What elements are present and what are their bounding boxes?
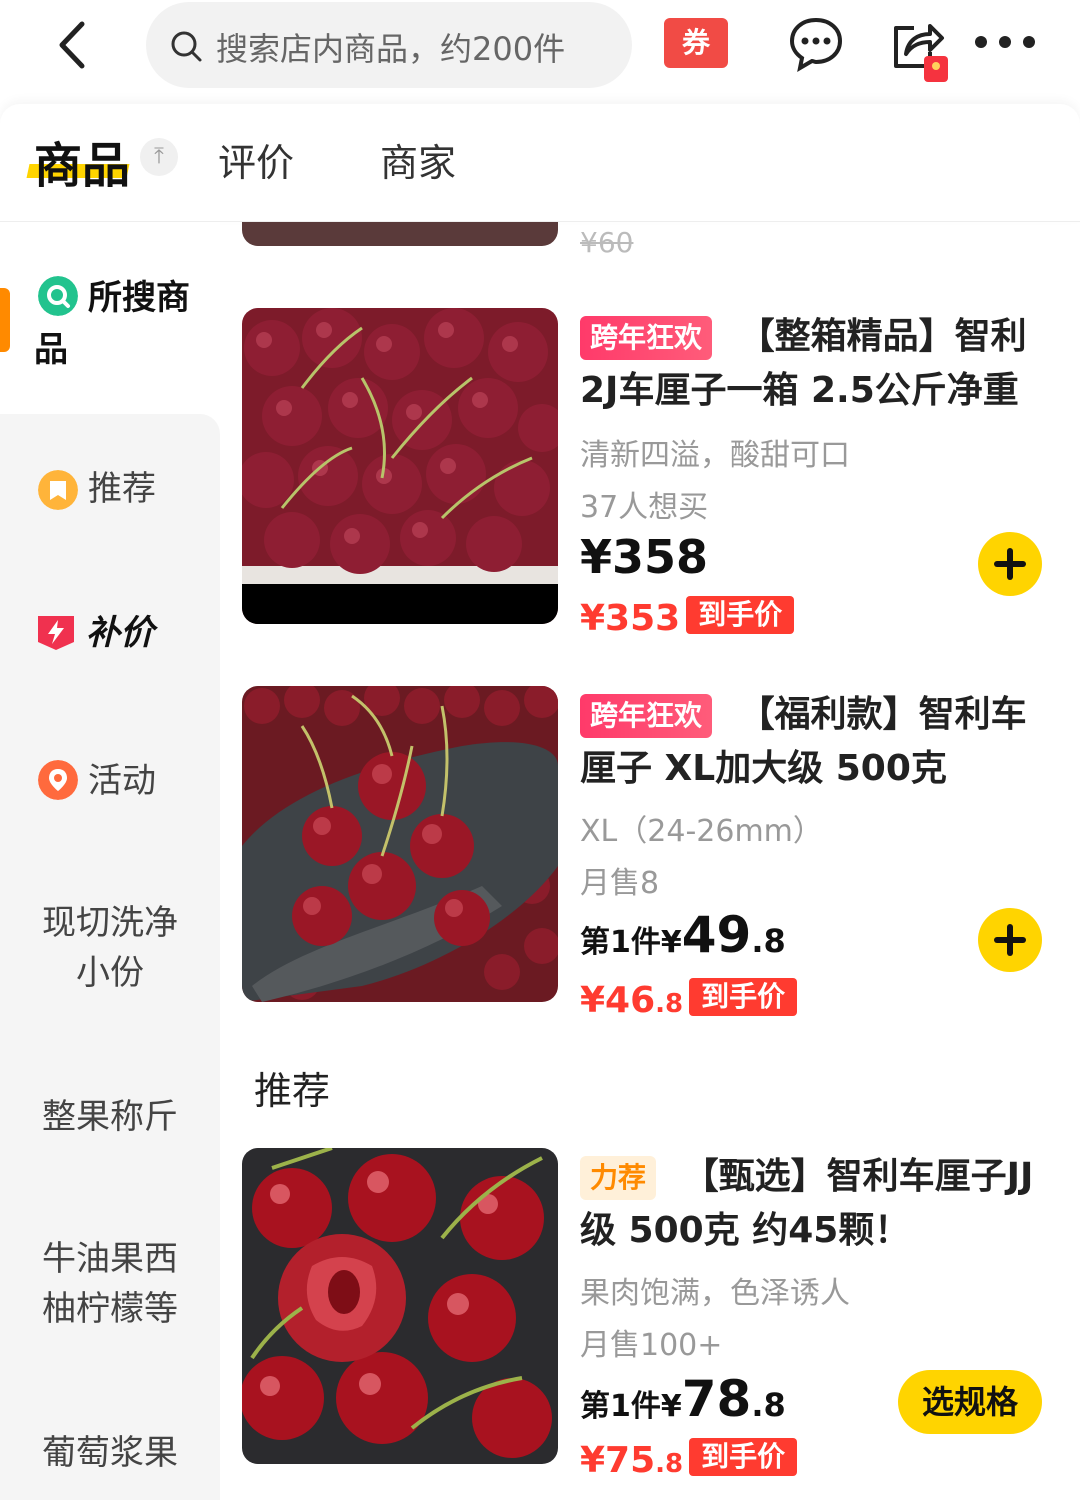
product-sales: 月售100+ — [580, 1328, 723, 1363]
tab-products[interactable]: 商品 — [34, 126, 130, 196]
final-price-integer: ¥75 — [580, 1440, 656, 1481]
product-title: 跨年狂欢 【福利款】智利车厘子 XL加大级 500克 — [580, 688, 1050, 796]
previous-product-image — [242, 222, 558, 246]
product-title: 跨年狂欢 【整箱精品】智利2J车厘子一箱 2.5公斤净重 — [580, 310, 1050, 418]
sidebar-item-label: 活动 — [88, 761, 156, 801]
final-price-badge: 到手价 — [689, 978, 798, 1016]
product-card[interactable]: 跨年狂欢 【整箱精品】智利2J车厘子一箱 2.5公斤净重 清新四溢，酸甜可口 3… — [240, 306, 1080, 639]
section-title: 推荐 — [254, 1069, 331, 1113]
final-price-decimal: .8 — [655, 1449, 684, 1479]
product-description: 果肉饱满，色泽诱人 — [580, 1276, 850, 1311]
scroll-top-button[interactable]: ⤒ — [140, 138, 178, 176]
product-price: ¥358 — [580, 530, 709, 584]
price-prefix: 第1件¥ — [580, 1389, 682, 1424]
activity-icon — [38, 760, 78, 800]
select-spec-button[interactable]: 选规格 — [898, 1370, 1042, 1434]
final-price: ¥46.8 到手价 — [580, 978, 798, 1021]
coupon-button[interactable]: 券 — [664, 18, 728, 68]
sidebar-item-whole-fruit[interactable]: 整果称斤 — [0, 1092, 220, 1142]
product-image[interactable] — [242, 1148, 558, 1464]
final-price-badge: 到手价 — [686, 596, 795, 634]
sidebar-item-label: 葡萄浆果 — [42, 1433, 178, 1473]
sidebar-item-label: 推荐 — [88, 469, 156, 509]
recommend-tag: 力荐 — [580, 1156, 657, 1200]
product-spec: XL（24-26mm） — [580, 814, 823, 849]
share-icon[interactable] — [884, 14, 954, 84]
product-description: 清新四溢，酸甜可口 — [580, 438, 850, 473]
final-price-badge: 到手价 — [689, 1438, 798, 1476]
final-price: ¥353 到手价 — [580, 596, 795, 639]
sidebar-item-subsidy[interactable]: 补价 — [0, 610, 220, 660]
recommend-icon — [38, 470, 78, 510]
back-arrow-icon[interactable] — [40, 10, 110, 80]
product-card[interactable]: 跨年狂欢 【福利款】智利车厘子 XL加大级 500克 XL（24-26mm） 月… — [240, 684, 1080, 1021]
sidebar-item-label: 所搜商品 — [34, 278, 190, 370]
add-to-cart-button[interactable] — [978, 908, 1042, 972]
sidebar-item-avocado[interactable]: 牛油果西柚柠檬等 — [0, 1234, 220, 1334]
product-price: 第1件¥49.8 — [580, 906, 786, 964]
price-integer: 78 — [681, 1370, 752, 1428]
final-price-value: ¥353 — [580, 598, 681, 639]
sidebar-item-recommend[interactable]: 推荐 — [0, 466, 220, 516]
final-price: ¥75.8 到手价 — [580, 1438, 798, 1481]
price-prefix: 第1件¥ — [580, 925, 682, 960]
sidebar-item-label: 整果称斤 — [42, 1097, 178, 1137]
sidebar-item-fresh-cut[interactable]: 现切洗净小份 — [0, 898, 220, 998]
tab-reviews[interactable]: 评价 — [218, 132, 294, 187]
product-title: 力荐 【甄选】智利车厘子JJ级 500克 约45颗！ — [580, 1150, 1050, 1258]
product-sales: 37人想买 — [580, 490, 709, 525]
product-image[interactable] — [242, 308, 558, 624]
sidebar-item-berries[interactable]: 葡萄浆果 — [0, 1428, 220, 1478]
search-icon — [171, 31, 202, 62]
sidebar-item-activity[interactable]: 活动 — [0, 758, 220, 808]
product-sales: 月售8 — [580, 866, 660, 901]
sidebar-item-label: 现切洗净小份 — [42, 903, 178, 993]
sidebar-item-search-results[interactable]: 所搜商品 — [0, 272, 220, 382]
product-image[interactable] — [242, 686, 558, 1002]
lightning-icon — [38, 616, 74, 650]
price-decimal: .8 — [751, 1386, 786, 1424]
price-integer: 49 — [681, 906, 752, 964]
sidebar-item-label: 补价 — [86, 613, 154, 653]
top-bar: 搜索店内商品，约200件 券 — [0, 0, 1080, 100]
message-icon[interactable] — [786, 14, 846, 74]
tab-merchant[interactable]: 商家 — [380, 132, 456, 187]
price-decimal: .8 — [751, 922, 786, 960]
product-card[interactable]: 力荐 【甄选】智利车厘子JJ级 500克 约45颗！ 果肉饱满，色泽诱人 月售1… — [240, 1146, 1080, 1486]
previous-old-price: ¥60 — [580, 226, 634, 259]
promo-tag: 跨年狂欢 — [580, 316, 713, 360]
sidebar-item-label: 牛油果西柚柠檬等 — [42, 1239, 178, 1329]
more-icon[interactable] — [972, 30, 1038, 54]
add-to-cart-button[interactable] — [978, 532, 1042, 596]
final-price-integer: ¥46 — [580, 980, 656, 1021]
promo-tag: 跨年狂欢 — [580, 694, 713, 738]
final-price-decimal: .8 — [655, 989, 684, 1019]
search-input[interactable]: 搜索店内商品，约200件 — [146, 2, 632, 88]
search-placeholder: 搜索店内商品，约200件 — [216, 30, 566, 68]
product-price: 第1件¥78.8 — [580, 1370, 786, 1428]
